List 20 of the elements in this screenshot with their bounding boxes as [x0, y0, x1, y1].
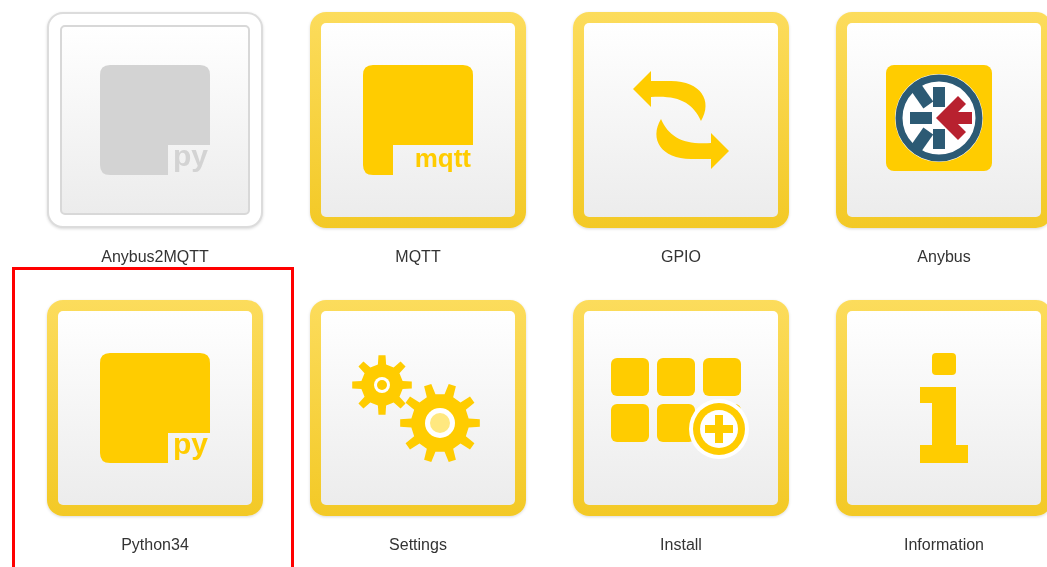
document-icon — [363, 65, 473, 175]
badge-text: py — [173, 429, 208, 459]
document-icon — [100, 65, 210, 175]
app-tile[interactable] — [573, 12, 789, 228]
app-label: Settings — [389, 536, 447, 554]
badge-text: mqtt — [414, 145, 471, 171]
app-label: Install — [660, 536, 702, 554]
app-label: Information — [903, 536, 984, 554]
app-tile[interactable] — [310, 300, 526, 516]
app-label: Python34 — [121, 536, 189, 554]
document-icon — [100, 353, 210, 463]
app-tile[interactable] — [836, 300, 1047, 516]
app-label: MQTT — [395, 248, 441, 266]
app-tile[interactable]: py — [47, 300, 263, 516]
app-label: Anybus2MQTT — [101, 248, 209, 266]
app-tile[interactable] — [573, 300, 789, 516]
app-tile[interactable] — [836, 12, 1047, 228]
app-tile[interactable]: mqtt — [310, 12, 526, 228]
app-label: GPIO — [661, 248, 701, 266]
app-label: Anybus — [917, 248, 971, 266]
